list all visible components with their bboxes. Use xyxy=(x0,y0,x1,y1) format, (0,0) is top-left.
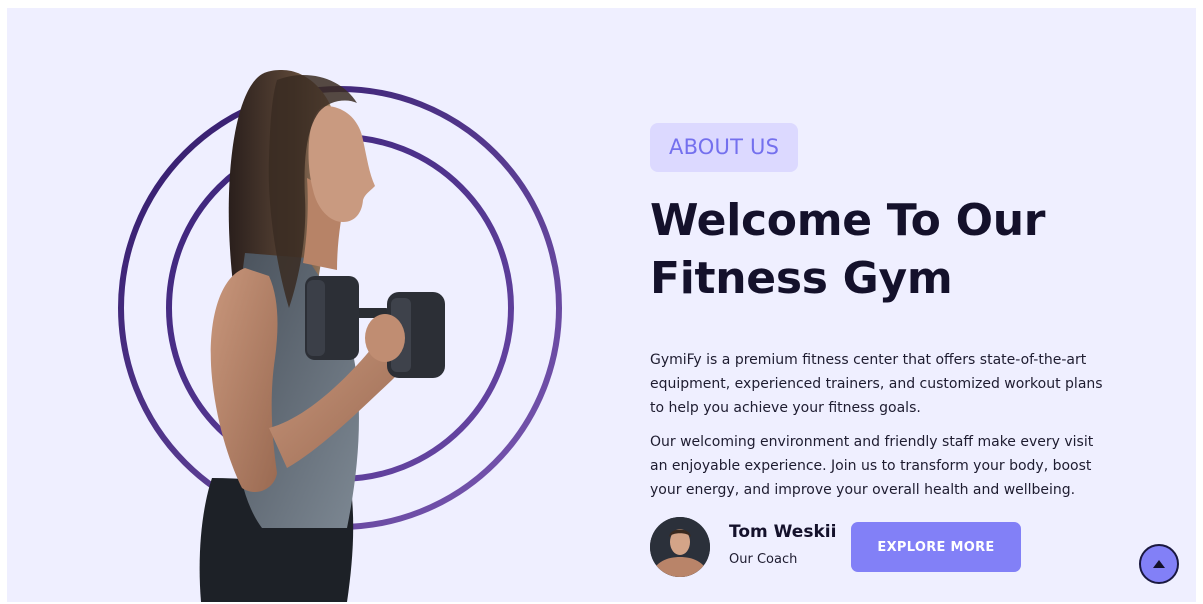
about-content: ABOUT US Welcome To Our Fitness Gym Gymi… xyxy=(650,123,1110,502)
title-line-2: Fitness Gym xyxy=(650,253,953,304)
hero-visual xyxy=(7,8,607,602)
coach-name: Tom Weskii xyxy=(729,522,837,542)
about-badge: ABOUT US xyxy=(650,123,799,172)
hand-shape xyxy=(365,314,405,362)
athlete-illustration xyxy=(118,70,562,602)
scroll-to-top-button[interactable] xyxy=(1139,544,1179,584)
face-shape xyxy=(308,106,375,222)
avatar xyxy=(650,517,710,577)
about-paragraph-2: Our welcoming environment and friendly s… xyxy=(650,434,1094,498)
page-title: Welcome To Our Fitness Gym xyxy=(650,192,1110,308)
coach-role: Our Coach xyxy=(729,552,798,567)
about-paragraph-1: GymiFy is a premium fitness center that … xyxy=(650,352,1103,416)
explore-more-button[interactable]: EXPLORE MORE xyxy=(851,522,1021,572)
arrow-up-icon xyxy=(1153,560,1165,568)
arm-shape xyxy=(210,268,278,493)
title-line-1: Welcome To Our xyxy=(650,195,1046,246)
coach-row: Tom Weskii Our Coach EXPLORE MORE xyxy=(650,517,1110,581)
about-section: ABOUT US Welcome To Our Fitness Gym Gymi… xyxy=(7,8,1196,602)
